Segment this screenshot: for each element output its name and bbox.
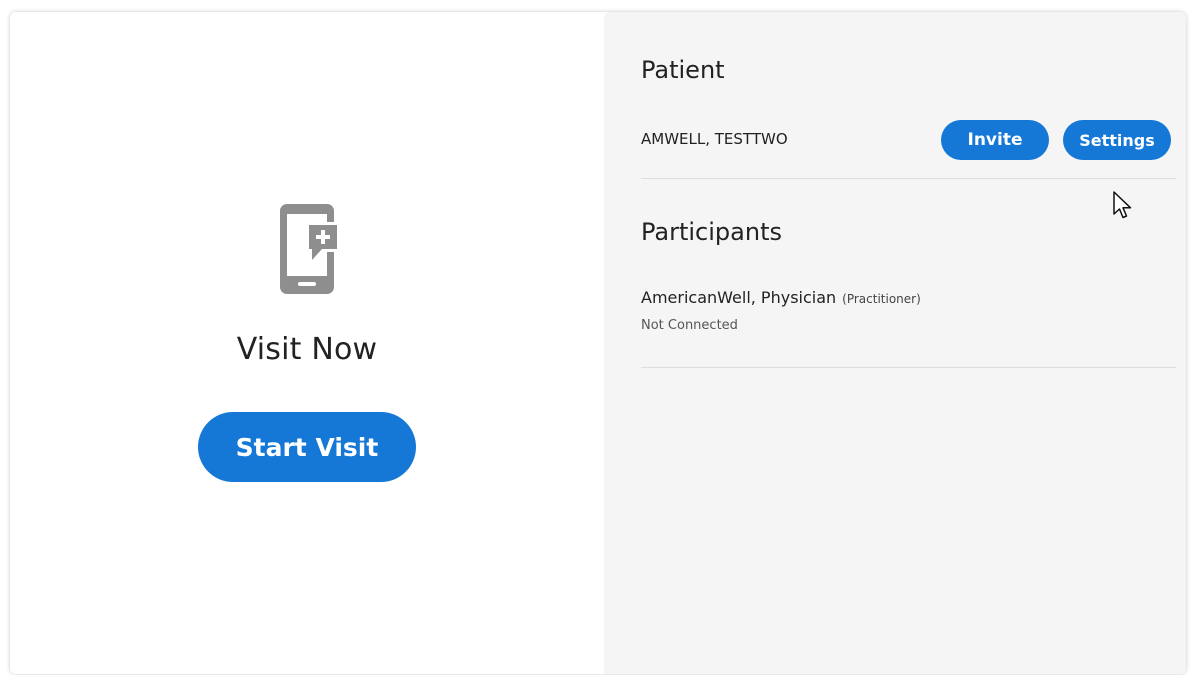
participant-name: AmericanWell, Physician (641, 288, 837, 307)
visit-details-pane: Patient AMWELL, TESTTWO Invite Settings … (604, 12, 1186, 674)
visit-now-title: Visit Now (236, 332, 378, 367)
visit-card: Visit Now Start Visit Patient AMWELL, TE… (10, 12, 1186, 674)
participant-role: (Practitioner) (842, 292, 921, 306)
patient-name: AMWELL, TESTTWO (641, 130, 788, 148)
divider (641, 178, 1176, 179)
patient-section-title: Patient (641, 56, 725, 84)
divider (641, 367, 1176, 368)
mobile-chat-add-icon (280, 204, 340, 294)
settings-button[interactable]: Settings (1063, 120, 1171, 160)
invite-button[interactable]: Invite (941, 120, 1049, 160)
participants-section-title: Participants (641, 218, 782, 246)
start-visit-button[interactable]: Start Visit (198, 412, 416, 482)
participant-status: Not Connected (641, 318, 738, 333)
participant-item: AmericanWell, Physician (Practitioner) (641, 288, 921, 307)
visit-now-pane: Visit Now Start Visit (10, 12, 604, 674)
